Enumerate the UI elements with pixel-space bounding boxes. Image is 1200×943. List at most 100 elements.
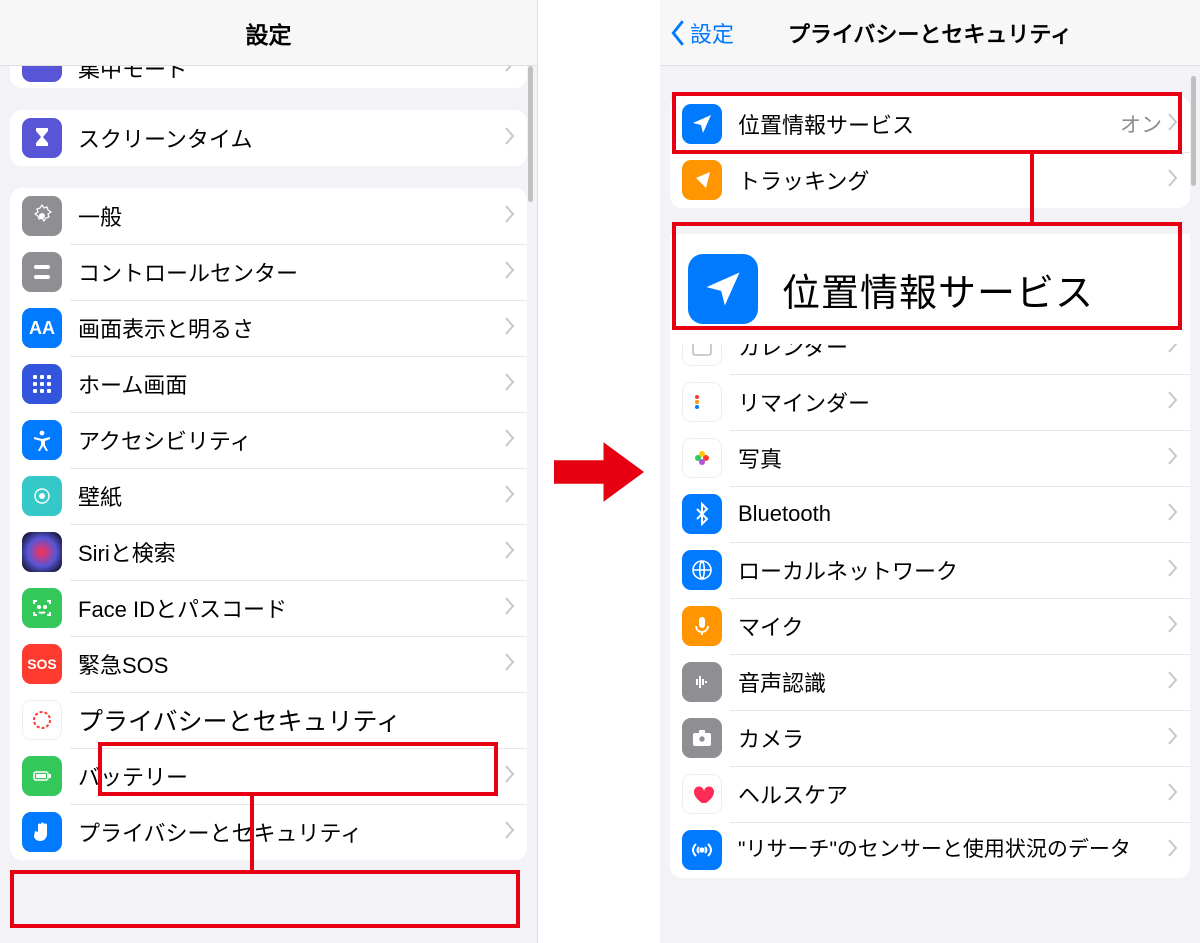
item-label: ホーム画面 [78,368,505,400]
chevron-right-icon [1168,557,1178,583]
list-item-research[interactable]: "リサーチ"のセンサーと使用状況のデータ [670,822,1190,878]
chevron-right-icon [1168,613,1178,639]
list-item-microphone[interactable]: マイク [670,598,1190,654]
page-title: 設定 [0,16,537,50]
item-label: ローカルネットワーク [738,554,1168,586]
privacy-group-2: カレンダー リマインダー 写真 Bluetooth [670,318,1190,878]
chevron-right-icon [505,66,515,78]
list-item-exposure[interactable]: プライバシーとセキュリティ [10,692,527,748]
item-label: カメラ [738,722,1168,754]
list-item-general[interactable]: 一般 [10,188,527,244]
settings-group: スクリーンタイム [10,110,527,166]
chevron-right-icon [1168,781,1178,807]
accessibility-icon [22,420,62,460]
privacy-group-1: 位置情報サービス オン トラッキング [670,96,1190,208]
item-label: トラッキング [738,164,1168,196]
chevron-right-icon [1168,725,1178,751]
list-item-accessibility[interactable]: アクセシビリティ [10,412,527,468]
callout-label: 位置情報サービス [782,262,1094,317]
chevron-right-icon [1168,167,1178,193]
sensor-icon [682,830,722,870]
list-item-sos[interactable]: SOS 緊急SOS [10,636,527,692]
gap [538,0,660,943]
chevron-right-icon [505,651,515,677]
list-item-camera[interactable]: カメラ [670,710,1190,766]
siri-icon [22,532,62,572]
nav-bar: 設定 [0,0,537,66]
settings-group: 集中モード [10,66,527,88]
chevron-right-icon [505,819,515,845]
item-label: マイク [738,610,1168,642]
apps-grid-icon [22,364,62,404]
hand-icon [22,812,62,852]
chevron-right-icon [1168,837,1178,863]
item-label: 緊急SOS [78,648,505,680]
list-item-location[interactable]: 位置情報サービス オン [670,96,1190,152]
list-item[interactable]: 集中モード [10,66,527,88]
hourglass-icon [22,118,62,158]
item-label: Bluetooth [738,501,1168,527]
list-item-screentime[interactable]: スクリーンタイム [10,110,527,166]
chevron-right-icon [505,763,515,789]
heart-icon [682,774,722,814]
item-label: プライバシーとセキュリティ [78,702,515,738]
list-item-health[interactable]: ヘルスケア [670,766,1190,822]
item-label: 集中モード [78,66,505,84]
globe-icon [682,550,722,590]
back-button[interactable]: 設定 [660,17,734,49]
text-size-icon: AA [22,308,62,348]
bluetooth-icon [682,494,722,534]
list-item-display[interactable]: AA 画面表示と明るさ [10,300,527,356]
chevron-right-icon [1168,389,1178,415]
list-item-local-network[interactable]: ローカルネットワーク [670,542,1190,598]
list-item-siri[interactable]: Siriと検索 [10,524,527,580]
list-item-photos[interactable]: 写真 [670,430,1190,486]
scrollbar[interactable] [528,66,533,202]
reminders-icon [682,382,722,422]
photos-icon [682,438,722,478]
chevron-right-icon [505,315,515,341]
chevron-right-icon [1168,669,1178,695]
list-item-battery[interactable]: バッテリー [10,748,527,804]
item-label: Siriと検索 [78,536,505,568]
list-item-faceid[interactable]: Face IDとパスコード [10,580,527,636]
list-item-reminders[interactable]: リマインダー [670,374,1190,430]
location-arrow-icon [682,104,722,144]
item-value: オン [1120,109,1162,139]
item-label: ヘルスケア [738,778,1168,810]
item-label: リマインダー [738,386,1168,418]
settings-screen: 設定 集中モード スクリーンタイム [0,0,538,943]
item-label: スクリーンタイム [78,122,505,154]
wallpaper-icon [22,476,62,516]
list-item-wallpaper[interactable]: 壁紙 [10,468,527,524]
nav-bar: 設定 プライバシーとセキュリティ [660,0,1200,66]
item-label: 壁紙 [78,480,505,512]
list-item-privacy[interactable]: プライバシーとセキュリティ [10,804,527,860]
location-arrow-icon [688,254,758,324]
chevron-right-icon [505,427,515,453]
list-item-speech[interactable]: 音声認識 [670,654,1190,710]
gear-icon [22,196,62,236]
privacy-screen: 設定 プライバシーとセキュリティ 位置情報サービス オン トラッキング [660,0,1200,943]
scrollbar[interactable] [1191,76,1196,186]
exposure-icon [22,700,62,740]
chevron-right-icon [1168,111,1178,137]
item-label: Face IDとパスコード [78,592,505,624]
item-label: コントロールセンター [78,256,505,288]
callout-location: 位置情報サービス [670,234,1190,344]
chevron-right-icon [505,371,515,397]
chevron-right-icon [1168,501,1178,527]
list-item-tracking[interactable]: トラッキング [670,152,1190,208]
arrow-right-icon [554,437,644,507]
item-label: 写真 [738,442,1168,474]
item-label: 位置情報サービス [738,108,1120,140]
list-item-bluetooth[interactable]: Bluetooth [670,486,1190,542]
item-label: バッテリー [78,760,505,792]
chevron-right-icon [505,595,515,621]
chevron-right-icon [505,539,515,565]
sos-icon: SOS [22,644,62,684]
list-item-home[interactable]: ホーム画面 [10,356,527,412]
list-item-control-center[interactable]: コントロールセンター [10,244,527,300]
chevron-right-icon [505,259,515,285]
waveform-icon [682,662,722,702]
